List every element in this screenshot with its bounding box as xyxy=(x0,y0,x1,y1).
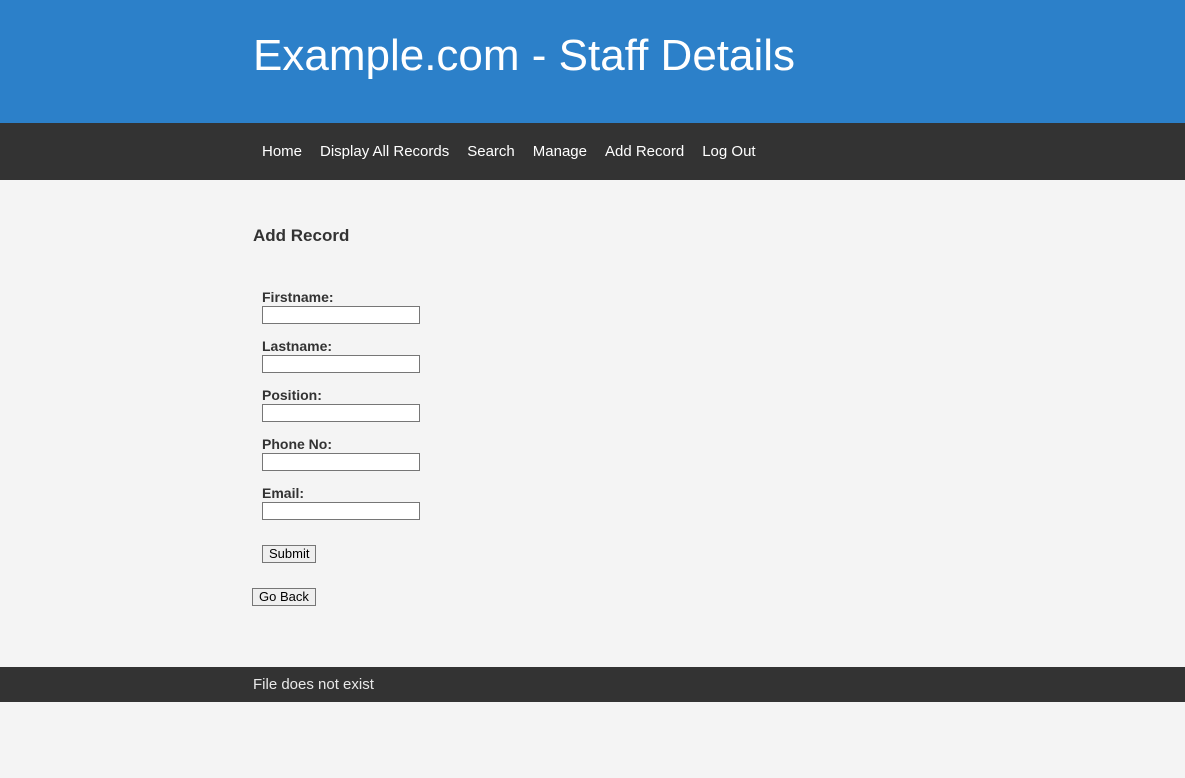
position-field-group: Position: xyxy=(262,387,420,422)
firstname-label: Firstname: xyxy=(262,289,334,305)
add-record-form: Firstname: Lastname: Position: Phone No:… xyxy=(262,289,420,534)
nav-item-add-record[interactable]: Add Record xyxy=(596,143,693,160)
firstname-field-group: Firstname: xyxy=(262,289,420,324)
page-title: Add Record xyxy=(253,226,350,245)
lastname-input[interactable] xyxy=(262,355,420,373)
site-footer: File does not exist xyxy=(0,667,1185,702)
nav-item-display-all-records[interactable]: Display All Records xyxy=(311,143,458,160)
nav-item-log-out[interactable]: Log Out xyxy=(693,143,764,160)
phone-input[interactable] xyxy=(262,453,420,471)
nav-item-manage[interactable]: Manage xyxy=(524,143,596,160)
footer-message: File does not exist xyxy=(253,676,374,693)
go-back-button[interactable]: Go Back xyxy=(252,588,316,606)
email-label: Email: xyxy=(262,485,305,501)
email-field-group: Email: xyxy=(262,485,420,520)
site-header: Example.com - Staff Details xyxy=(0,0,1185,123)
phone-label: Phone No: xyxy=(262,436,332,452)
submit-button[interactable]: Submit xyxy=(262,545,317,563)
nav-menu: Home Display All Records Search Manage A… xyxy=(253,123,765,180)
position-label: Position: xyxy=(262,387,322,403)
position-input[interactable] xyxy=(262,404,420,422)
nav-item-home[interactable]: Home xyxy=(253,143,311,160)
nav-item-search[interactable]: Search xyxy=(458,143,524,160)
firstname-input[interactable] xyxy=(262,306,420,324)
nav-bar: Home Display All Records Search Manage A… xyxy=(0,123,1185,180)
lastname-label: Lastname: xyxy=(262,338,333,354)
lastname-field-group: Lastname: xyxy=(262,338,420,373)
phone-field-group: Phone No: xyxy=(262,436,420,471)
email-input[interactable] xyxy=(262,502,420,520)
site-title: Example.com - Staff Details xyxy=(253,31,796,80)
